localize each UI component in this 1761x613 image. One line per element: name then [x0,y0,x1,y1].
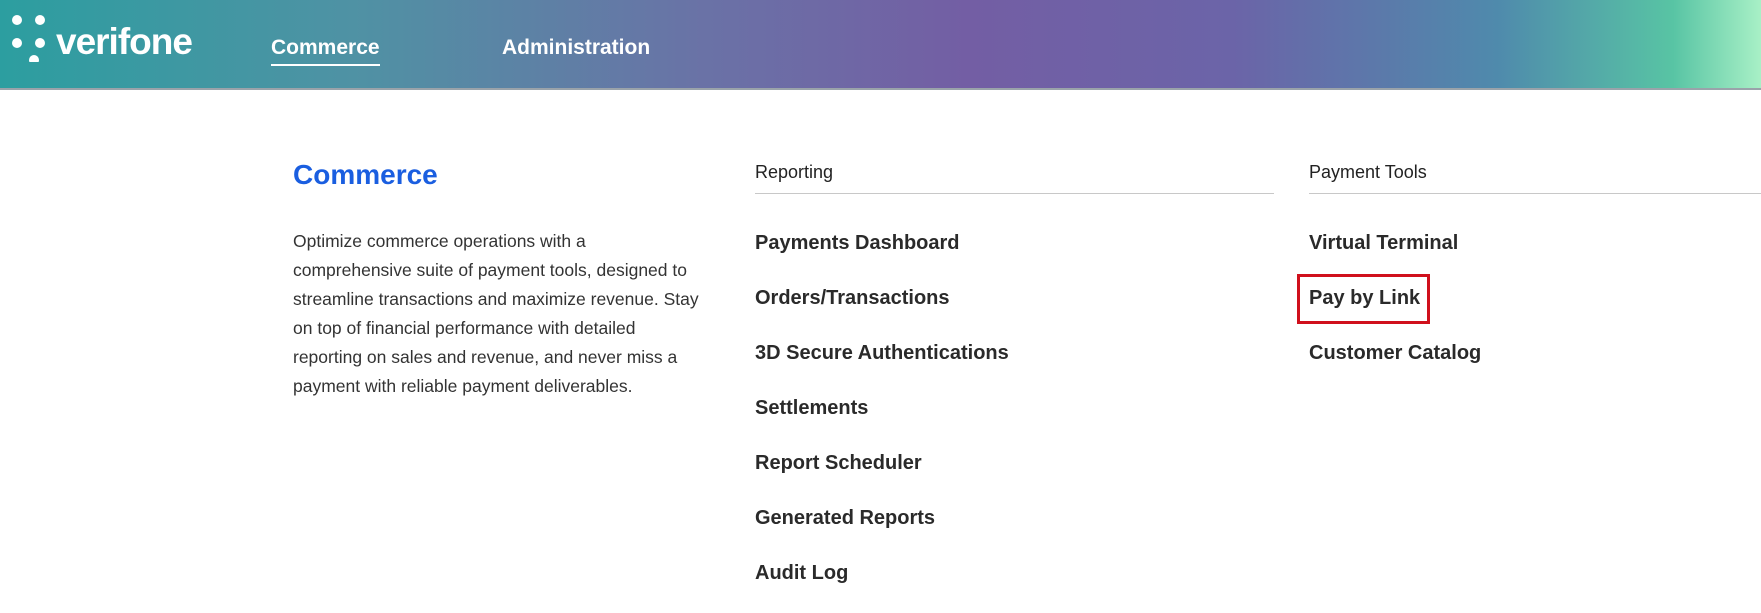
link-generated-reports[interactable]: Generated Reports [755,503,1009,558]
top-navigation-bar: verifone Commerce Administration [0,0,1761,90]
payment-tools-link-list: Virtual Terminal Pay by Link Customer Ca… [1296,228,1481,393]
section-description: Optimize commerce operations with a comp… [293,231,699,396]
link-pay-by-link-item: Pay by Link [1296,274,1481,338]
nav-tab-administration[interactable]: Administration [502,36,650,60]
reporting-link-list: Payments Dashboard Orders/Transactions 3… [755,228,1009,613]
link-report-scheduler[interactable]: Report Scheduler [755,448,1009,503]
verifone-logo[interactable]: verifone [10,12,200,62]
link-3d-secure-authentications[interactable]: 3D Secure Authentications [755,338,1009,393]
link-settlements[interactable]: Settlements [755,393,1009,448]
nav-tab-commerce[interactable]: Commerce [271,36,380,66]
verifone-dots-logo-icon [12,15,45,62]
link-customer-catalog[interactable]: Customer Catalog [1309,338,1481,393]
link-pay-by-link[interactable]: Pay by Link [1296,274,1431,324]
link-orders-transactions[interactable]: Orders/Transactions [755,283,1009,338]
reporting-header: Reporting [755,162,1274,194]
link-audit-log[interactable]: Audit Log [755,558,1009,613]
page-title: Commerce [293,159,438,190]
payment-tools-header: Payment Tools [1309,162,1761,194]
link-payments-dashboard[interactable]: Payments Dashboard [755,228,1009,283]
logo-text: verifone [56,21,193,62]
